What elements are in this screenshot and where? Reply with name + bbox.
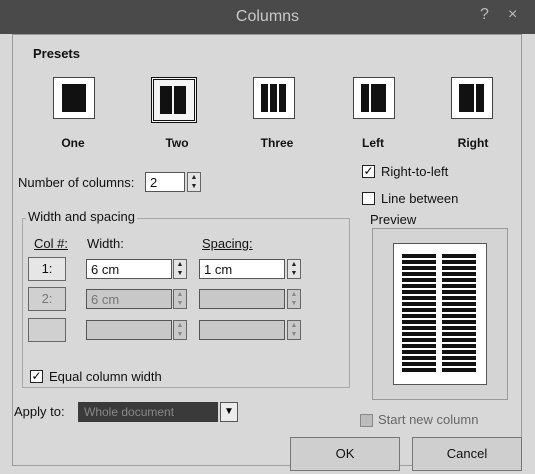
column-3-spacing-spinner: ▲ ▼ xyxy=(287,320,301,340)
column-3-width-spinner: ▲ ▼ xyxy=(173,320,187,340)
preset-left-button[interactable] xyxy=(353,77,395,119)
col-number-header: Col #: xyxy=(34,236,68,251)
preset-three-label: Three xyxy=(260,136,294,150)
close-icon[interactable]: × xyxy=(508,6,517,24)
column-1-width-input[interactable]: 6 cm xyxy=(86,259,172,279)
preset-two-column-left xyxy=(160,86,172,114)
column-1-spacing-spinner[interactable]: ▲ ▼ xyxy=(287,259,301,279)
preset-one-button[interactable] xyxy=(53,77,95,119)
column-1-button[interactable]: 1: xyxy=(28,257,66,281)
chevron-down-icon[interactable]: ▼ xyxy=(220,402,238,422)
presets-heading: Presets xyxy=(33,46,80,61)
dialog-title: Columns xyxy=(235,8,300,25)
width-spacing-heading: Width and spacing xyxy=(26,209,137,224)
apply-to-label: Apply to: xyxy=(14,404,65,419)
preset-right-label: Right xyxy=(457,136,489,150)
ok-button[interactable]: OK xyxy=(290,437,400,471)
column-3-width-input xyxy=(86,320,172,340)
column-2-button: 2: xyxy=(28,287,66,311)
equal-column-width-checkbox[interactable]: ✓ xyxy=(30,370,43,383)
equal-column-width-label: Equal column width xyxy=(49,369,162,384)
number-of-columns-input[interactable]: 2 xyxy=(145,172,185,192)
title-bar: Columns ? × xyxy=(0,0,535,34)
column-1-spacing-input[interactable]: 1 cm xyxy=(199,259,285,279)
spacing-header: Spacing: xyxy=(202,236,253,251)
start-new-column-label: Start new column xyxy=(378,412,479,427)
preview-box xyxy=(372,228,508,400)
column-3-spacing-input xyxy=(199,320,285,340)
column-2-spacing-input xyxy=(199,289,285,309)
column-3-button xyxy=(28,318,66,342)
preset-three-column-1 xyxy=(261,84,268,112)
preset-three-column-3 xyxy=(279,84,286,112)
preset-right-wide-column xyxy=(459,84,474,112)
line-between-label: Line between xyxy=(381,191,459,206)
column-2-width-input: 6 cm xyxy=(86,289,172,309)
preview-column-right xyxy=(442,254,476,372)
preset-three-button[interactable] xyxy=(253,77,295,119)
preset-right-narrow-column xyxy=(476,84,484,112)
number-of-columns-spinner[interactable]: ▲ ▼ xyxy=(187,172,201,192)
preset-right-button[interactable] xyxy=(451,77,493,119)
line-between-checkbox[interactable] xyxy=(362,192,375,205)
preset-one-column xyxy=(62,84,86,112)
cancel-button[interactable]: Cancel xyxy=(412,437,522,471)
right-to-left-label: Right-to-left xyxy=(381,164,449,179)
preset-two-button[interactable] xyxy=(151,77,197,123)
preset-two-label: Two xyxy=(165,136,189,150)
preset-left-label: Left xyxy=(362,136,384,150)
apply-to-select[interactable]: Whole document xyxy=(78,402,218,422)
preview-column-left xyxy=(402,254,436,372)
right-to-left-checkbox[interactable]: ✓ xyxy=(362,165,375,178)
preset-three-column-2 xyxy=(270,84,277,112)
preset-left-wide-column xyxy=(371,84,386,112)
help-icon[interactable]: ? xyxy=(480,6,489,24)
column-2-width-spinner: ▲ ▼ xyxy=(173,289,187,309)
preview-page xyxy=(393,243,487,385)
start-new-column-checkbox xyxy=(360,414,373,427)
preset-one-label: One xyxy=(61,136,85,150)
column-1-width-spinner[interactable]: ▲ ▼ xyxy=(173,259,187,279)
columns-dialog: Columns ? × Presets One Two Three Left R… xyxy=(0,0,535,474)
preset-left-narrow-column xyxy=(361,84,369,112)
column-2-spacing-spinner: ▲ ▼ xyxy=(287,289,301,309)
width-header: Width: xyxy=(87,236,124,251)
number-of-columns-label: Number of columns: xyxy=(18,175,135,190)
preview-label: Preview xyxy=(370,212,417,227)
preset-two-column-right xyxy=(174,86,186,114)
